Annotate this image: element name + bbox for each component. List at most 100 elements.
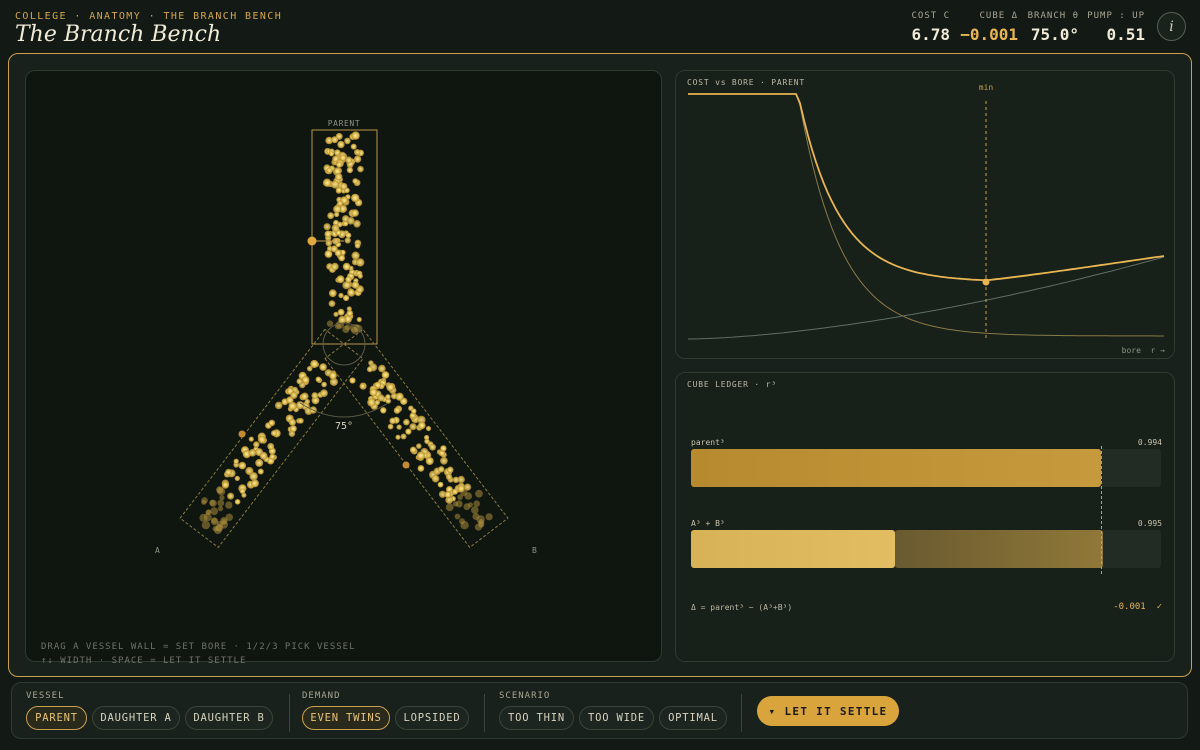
blood-cell <box>485 513 493 521</box>
blood-cell <box>298 417 304 424</box>
blood-cell <box>225 501 233 509</box>
demand-lopsided-button[interactable]: LOPSIDED <box>395 706 469 730</box>
blood-cell <box>328 300 336 307</box>
scenario-too-wide-button[interactable]: TOO WIDE <box>579 706 654 730</box>
toolbar-divider <box>484 694 485 732</box>
info-button[interactable]: i <box>1157 12 1186 41</box>
blood-cell <box>328 289 337 298</box>
blood-cell <box>440 456 448 465</box>
vessel-parent-button[interactable]: PARENT <box>26 706 87 730</box>
blood-cell <box>315 376 322 383</box>
blood-cell <box>238 461 247 470</box>
blood-cell <box>301 375 310 384</box>
stat-cost: COST C 6.78 <box>905 11 950 44</box>
blood-cell <box>290 391 298 399</box>
daughters-cube-label: A³ + B³ <box>691 519 725 528</box>
blood-cell <box>253 441 260 448</box>
blood-cell <box>329 371 337 380</box>
scenario-too-thin-button[interactable]: TOO THIN <box>499 706 574 730</box>
daughter-b-vessel-wall[interactable] <box>324 328 509 549</box>
blood-cell <box>454 513 461 520</box>
blood-cell <box>395 434 401 440</box>
scenario-group-label: SCENARIO <box>499 691 551 701</box>
demand-even-twins-button[interactable]: EVEN TWINS <box>302 706 390 730</box>
blood-cell <box>351 251 360 260</box>
daughter-b-label: B <box>532 546 537 555</box>
blood-cell <box>205 509 211 516</box>
daughter-a-wall-handle[interactable] <box>238 430 246 438</box>
blood-cell <box>473 500 481 508</box>
settle-button-label: LET IT SETTLE <box>784 704 888 718</box>
blood-cell <box>333 205 342 214</box>
blood-cell <box>475 489 483 498</box>
scenario-optimal-button[interactable]: OPTIMAL <box>659 706 727 730</box>
cube-ledger-title: CUBE LEDGER · r³ <box>687 380 777 389</box>
parent-cube-marker <box>1101 446 1102 574</box>
blood-cell <box>257 435 266 444</box>
let-it-settle-button[interactable]: ▾ LET IT SETTLE <box>757 696 899 726</box>
blood-cell <box>335 173 343 181</box>
vessel-daughter-a-button[interactable]: DAUGHTER A <box>92 706 180 730</box>
blood-cell <box>336 275 345 284</box>
blood-cell <box>321 381 327 388</box>
branch-bench-canvas[interactable]: PARENT A B 75° DRAG A VESSEL WALL = SET … <box>25 70 663 666</box>
blood-cell <box>324 230 332 238</box>
blood-cell <box>255 458 264 467</box>
branch-diagram[interactable]: PARENT A B 75° <box>26 71 663 663</box>
blood-cell <box>326 167 333 174</box>
blood-cell <box>457 494 463 500</box>
stat-cube-delta: CUBE Δ −0.001 <box>955 11 1018 44</box>
daughter-b-cube-bar <box>895 530 1103 568</box>
stat-pump: PUMP : UP 0.51 <box>1085 11 1145 44</box>
blood-cell <box>457 485 465 493</box>
blood-cell <box>249 472 258 481</box>
blood-cell <box>345 156 353 164</box>
blood-cell <box>351 193 360 203</box>
blood-cell <box>288 418 296 426</box>
blood-cell <box>452 501 459 507</box>
blood-cell <box>360 383 366 389</box>
blood-cell <box>386 383 395 392</box>
blood-cell <box>344 237 351 244</box>
blood-cell <box>327 212 335 220</box>
toolbar-divider <box>289 694 290 732</box>
blood-cell <box>425 425 432 432</box>
branch-angle-label: 75° <box>335 421 353 432</box>
blood-cell <box>387 423 394 430</box>
daughters-cube-track <box>691 530 1161 568</box>
blood-cell <box>337 308 345 316</box>
blood-cell <box>396 424 402 430</box>
blood-cell <box>352 178 359 184</box>
blood-cell <box>374 399 380 406</box>
cost-chart-panel: COST vs BORE · PARENT min bore r → <box>675 70 1175 359</box>
blood-cell <box>219 495 225 501</box>
blood-cell <box>347 217 355 225</box>
blood-cell <box>337 140 345 149</box>
main-frame: PARENT A B 75° DRAG A VESSEL WALL = SET … <box>8 53 1192 677</box>
blood-cell <box>331 180 340 189</box>
total-cost-curve <box>688 93 1165 282</box>
blood-cell <box>405 428 412 435</box>
blood-cell <box>334 249 342 257</box>
blood-cell <box>451 488 459 495</box>
blood-cell <box>337 200 344 207</box>
daughter-b-wall-handle[interactable] <box>402 461 410 469</box>
blood-cell <box>209 499 217 507</box>
blood-cell <box>334 211 340 218</box>
info-icon: i <box>1169 18 1174 35</box>
blood-cell <box>389 417 396 424</box>
blood-cell <box>417 465 425 472</box>
vessel-daughter-b-button[interactable]: DAUGHTER B <box>185 706 273 730</box>
blood-cell <box>217 499 225 507</box>
blood-cell <box>395 392 404 401</box>
blood-cell <box>464 492 473 500</box>
blood-cell <box>320 389 328 397</box>
blood-cell <box>269 453 276 460</box>
blood-cell <box>459 518 465 525</box>
blood-cell <box>248 436 254 442</box>
parent-wall-handle[interactable] <box>307 236 317 246</box>
chevron-down-icon: ▾ <box>768 704 777 718</box>
stat-branch-angle-value: 75.0° <box>1030 25 1079 44</box>
page-title: The Branch Bench <box>15 22 222 47</box>
viscous-cost-curve <box>688 93 1164 337</box>
